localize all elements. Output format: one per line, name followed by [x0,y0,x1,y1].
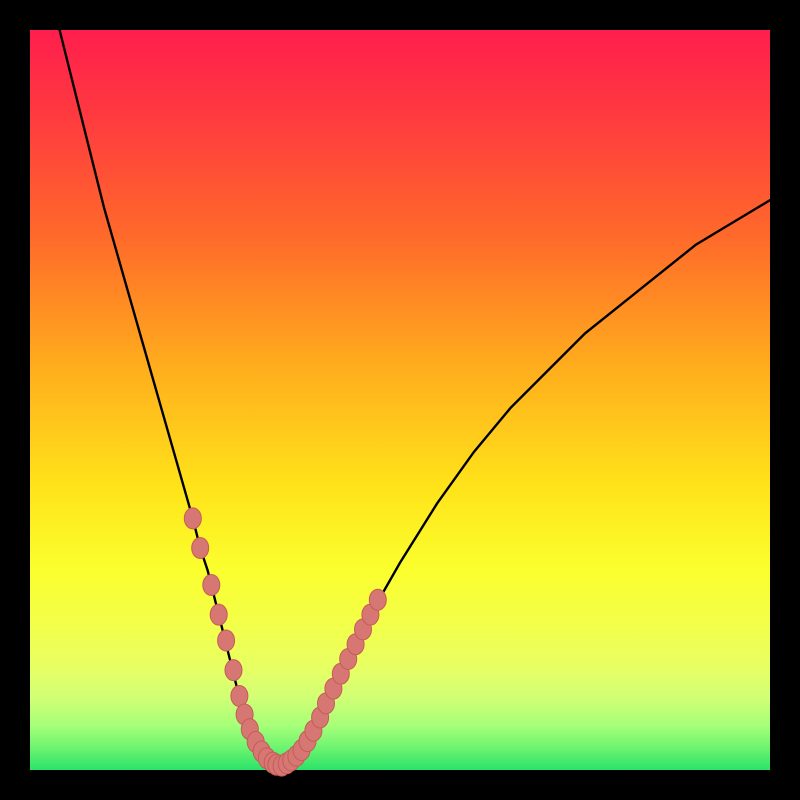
chart-frame: TheBottleneck.com [0,0,800,800]
data-marker [184,508,201,529]
bottleneck-chart [0,0,800,800]
plot-background [30,30,770,770]
data-marker [210,604,227,625]
data-marker [231,686,248,707]
data-marker [192,538,209,559]
data-marker [218,630,235,651]
data-marker [225,660,242,681]
data-marker [203,575,220,596]
data-marker [369,589,386,610]
